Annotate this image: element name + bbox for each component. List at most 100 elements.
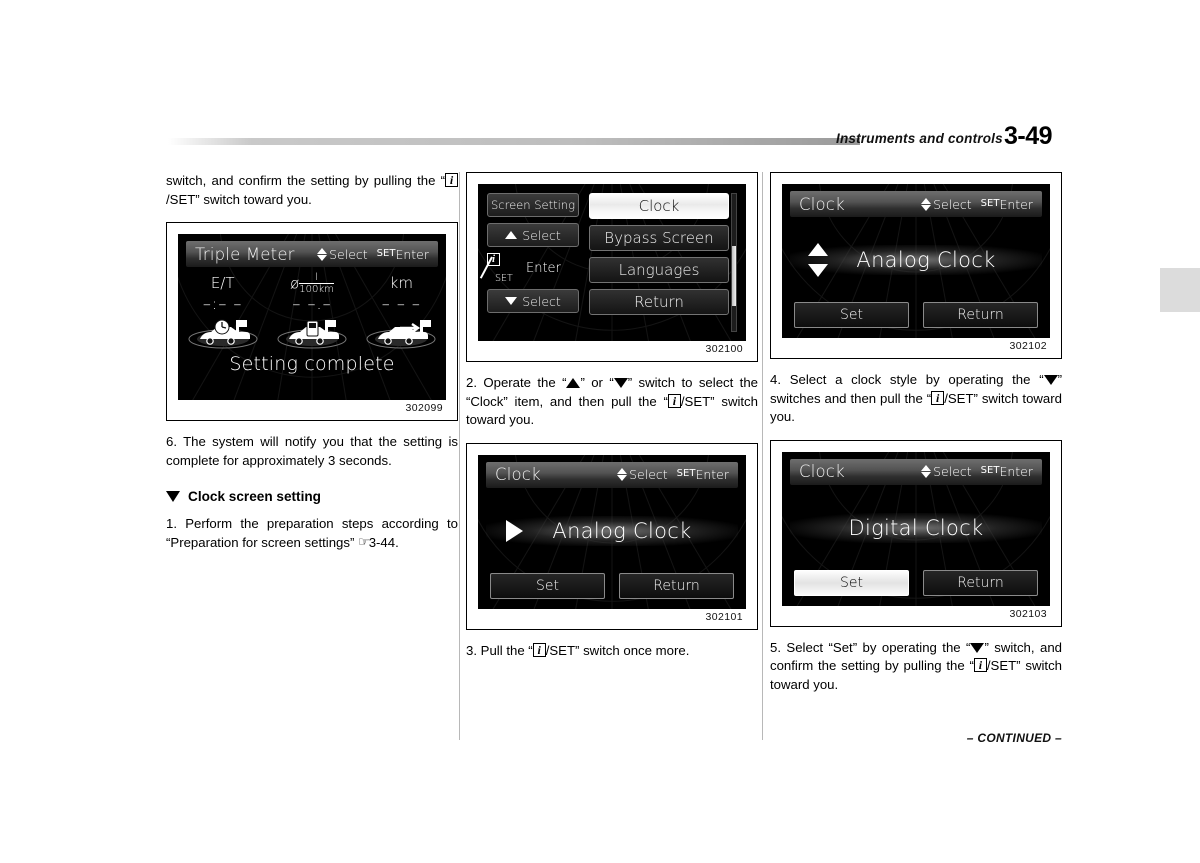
meter-unit-2-fraction: l 100km <box>299 273 334 295</box>
step-2-text-a: 2. Operate the “ <box>466 375 567 390</box>
menu-item-clock[interactable]: Clock <box>589 193 729 219</box>
lcd-header-bar: Triple Meter Select SET Enter <box>186 241 438 267</box>
triple-meter-units-row: E/T –:– – ø l 100km – –.– km – – – <box>178 273 446 314</box>
step-6-paragraph: 6. The system will notify you that the s… <box>166 434 458 468</box>
triangle-down-icon <box>1043 375 1058 385</box>
meter-unit-3: km <box>389 274 413 292</box>
menu-sidebar: Screen Setting Select SET Enter <box>479 193 579 332</box>
menu-scrollbar-thumb[interactable] <box>732 246 736 307</box>
up-down-arrow-icon <box>808 243 828 277</box>
car-clock-flag-icon <box>188 319 258 349</box>
page-header-title: Instruments and controls <box>836 131 1003 146</box>
section-heading-label: Clock screen setting <box>188 489 321 504</box>
info-switch-icon <box>931 390 945 406</box>
step-1-text: 1. Perform the preparation steps accordi… <box>166 516 458 550</box>
menu-item-bypass-screen[interactable]: Bypass Screen <box>589 225 729 251</box>
car-range-flag-icon <box>366 320 436 349</box>
lcd-header-bar: Clock Select SET Enter <box>790 458 1042 485</box>
lcd-hints: Select SET Enter <box>317 247 429 262</box>
triangle-down-icon <box>505 297 518 305</box>
meter-icon-slot-3 <box>357 315 446 349</box>
menu-enter-button[interactable]: SET Enter <box>479 253 579 284</box>
menu-layout: Screen Setting Select SET Enter <box>478 184 746 341</box>
figure-302103: Clock Select SET Enter Digital Clock Set… <box>770 439 1062 627</box>
info-switch-icon <box>973 657 987 673</box>
figure-id-302103: 302103 <box>1009 607 1047 620</box>
figure-id-302100: 302100 <box>705 343 743 355</box>
hint-set-label: SET <box>376 247 396 259</box>
lcd-title: Clock <box>495 465 541 484</box>
clock-set-button[interactable]: Set <box>794 569 909 596</box>
meter-cell-2: ø l 100km – –.– <box>267 273 356 314</box>
hint-enter: SET Enter <box>981 464 1033 479</box>
column-divider-2 <box>762 172 763 740</box>
triple-meter-icons-row <box>178 315 446 349</box>
hint-enter: SET Enter <box>981 197 1033 212</box>
step-5-paragraph: 5. Select “Set” by operating the “” swit… <box>770 639 1062 695</box>
meter-unit-2: ø l 100km <box>267 273 356 295</box>
hint-enter: SET Enter <box>677 467 729 482</box>
clock-set-button[interactable]: Set <box>794 302 909 328</box>
figure-id-302102: 302102 <box>1009 340 1047 352</box>
hint-set-label: SET <box>980 465 1000 476</box>
menu-select-up-button[interactable]: Select <box>487 223 579 247</box>
figure-id-302099: 302099 <box>405 402 443 414</box>
figure-302100: Screen Setting Select SET Enter <box>466 172 758 362</box>
hint-select: Select <box>317 247 368 262</box>
clock-arrow-slot <box>478 519 550 542</box>
menu-items-list: Clock Bypass Screen Languages Return <box>589 193 737 332</box>
meter-unit-2-symbol: ø <box>290 274 300 293</box>
lcd-hints: Select SET Enter <box>617 467 729 482</box>
step-3-text-a: 3. Pull the “ <box>466 642 533 658</box>
step-5-text-a: 5. Select “Set” by operating the “ <box>770 639 971 655</box>
clock-return-button[interactable]: Return <box>923 302 1038 328</box>
meter-unit-1: E/T <box>210 274 235 292</box>
info-set-switch-icon: SET <box>479 253 521 284</box>
meter-icon-slot-1 <box>178 315 267 349</box>
up-down-arrow-icon <box>921 464 932 479</box>
lcd-clock-analog-selected: Clock Select SET Enter Analog Clock Set … <box>782 184 1050 338</box>
left-intro-line1: switch, and confirm the setting by pulli… <box>166 173 412 188</box>
step-3-paragraph: 3. Pull the “ /SET” switch once more. <box>466 642 758 661</box>
figure-302102: Clock Select SET Enter Analog Clock Set … <box>770 172 1062 359</box>
menu-select-down-label: Select <box>522 293 561 309</box>
left-intro-line2: /SET” switch toward you. <box>166 191 312 207</box>
clock-set-button[interactable]: Set <box>490 572 605 599</box>
menu-item-languages[interactable]: Languages <box>589 257 729 283</box>
menu-item-return[interactable]: Return <box>589 289 729 315</box>
clock-style-label: Analog Clock <box>856 248 996 272</box>
step-2-paragraph: 2. Operate the “” or “” switch to select… <box>466 374 758 430</box>
up-down-arrow-icon <box>921 197 932 212</box>
hint-select-label: Select <box>933 464 972 479</box>
hint-set-label: SET <box>676 468 696 479</box>
triangle-down-icon <box>166 491 180 502</box>
menu-select-down-button[interactable]: Select <box>487 289 579 313</box>
lcd-status-message: Setting complete <box>229 353 395 375</box>
figure-302101: Clock Select SET Enter Analog Clock Set … <box>466 442 758 630</box>
left-intro-quote-open: the “ <box>417 173 446 188</box>
menu-scrollbar[interactable] <box>731 193 737 332</box>
lcd-screen-setting-menu: Screen Setting Select SET Enter <box>478 184 746 341</box>
manual-page: Instruments and controls 3-49 switch, an… <box>0 0 1200 863</box>
edge-index-tab <box>1160 268 1200 312</box>
info-switch-icon <box>445 172 459 188</box>
clock-style-row: Analog Clock <box>478 499 746 563</box>
continued-footer: – CONTINUED – <box>966 731 1062 745</box>
up-down-arrow-icon <box>617 467 628 482</box>
meter-icon-slot-2 <box>267 315 356 349</box>
hint-enter-label: Enter <box>695 467 729 482</box>
meter-value-3: – – – <box>381 294 421 313</box>
lcd-title: Clock <box>799 194 845 214</box>
hint-select-label: Select <box>933 196 972 212</box>
right-column: Clock Select SET Enter Analog Clock Set … <box>770 172 1062 694</box>
clock-return-button[interactable]: Return <box>619 572 734 599</box>
step-4-paragraph: 4. Select a clock style by operating the… <box>770 371 1062 427</box>
step-1-paragraph: 1. Perform the preparation steps accordi… <box>166 515 458 552</box>
clock-return-button[interactable]: Return <box>923 569 1038 596</box>
clock-buttons-row: Set Return <box>782 569 1050 596</box>
middle-column: Screen Setting Select SET Enter <box>466 172 758 660</box>
clock-style-row: Digital Clock <box>782 496 1050 560</box>
hint-select-label: Select <box>329 246 368 262</box>
hint-set-label: SET <box>980 197 1000 209</box>
meter-cell-1: E/T –:– – <box>178 273 267 314</box>
